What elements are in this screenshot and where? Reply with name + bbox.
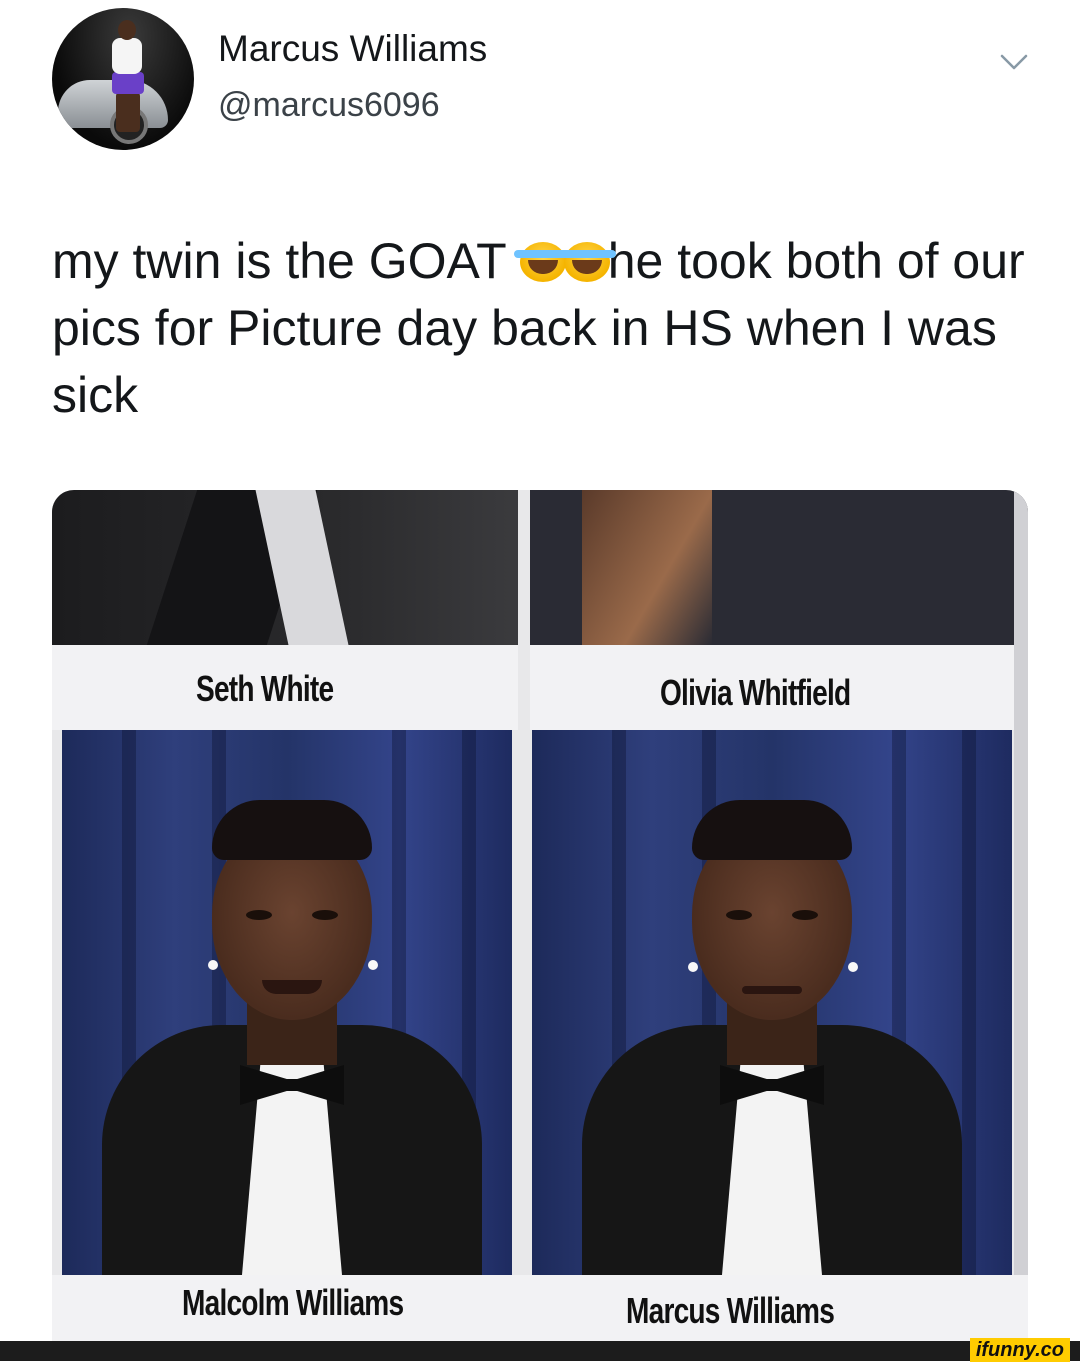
avatar-legs: [116, 92, 140, 132]
tweet-text: my twin is the GOAT he took both of our …: [52, 228, 1032, 429]
hair: [692, 800, 852, 860]
yearbook-label-olivia: Olivia Whitfield: [660, 672, 851, 713]
photo-right-edge: [1014, 490, 1028, 1341]
earring: [848, 962, 858, 972]
yearbook-label-marcus: Marcus Williams: [626, 1290, 835, 1331]
chevron-down-icon[interactable]: [996, 44, 1032, 80]
mouth: [262, 980, 322, 994]
photo-divider: [518, 490, 530, 1341]
avatar-head: [118, 20, 136, 40]
eye: [792, 910, 818, 920]
earring: [208, 960, 218, 970]
ifunny-watermark: ifunny.co: [969, 1338, 1070, 1362]
bottom-bar: [0, 1341, 1080, 1361]
yearbook-label-malcolm: Malcolm Williams: [182, 1282, 404, 1323]
tears-of-joy-emoji-icon: [557, 242, 616, 282]
mouth: [742, 986, 802, 994]
earring: [688, 962, 698, 972]
author-handle[interactable]: @marcus6096: [218, 86, 440, 125]
hair: [212, 800, 372, 860]
yearbook-label-seth: Seth White: [196, 668, 334, 709]
eye: [312, 910, 338, 920]
tweet-text-part1: my twin is the GOAT: [52, 233, 520, 289]
earring: [368, 960, 378, 970]
eye: [726, 910, 752, 920]
tears-of-joy-emoji-icon: [513, 242, 572, 282]
avatar[interactable]: [52, 8, 194, 150]
curtain-fold: [962, 730, 976, 1275]
author-name[interactable]: Marcus Williams: [218, 28, 487, 70]
avatar-shorts: [112, 72, 144, 94]
tweet-photo[interactable]: Seth White Olivia Whitfield Malcolm Will…: [52, 490, 1028, 1341]
avatar-body: [112, 38, 142, 74]
portrait-marcus: [532, 730, 1012, 1275]
photo-hair: [582, 490, 712, 645]
portrait-malcolm: [62, 730, 512, 1275]
tweet-header: Marcus Williams @marcus6096: [52, 8, 1032, 158]
eye: [246, 910, 272, 920]
